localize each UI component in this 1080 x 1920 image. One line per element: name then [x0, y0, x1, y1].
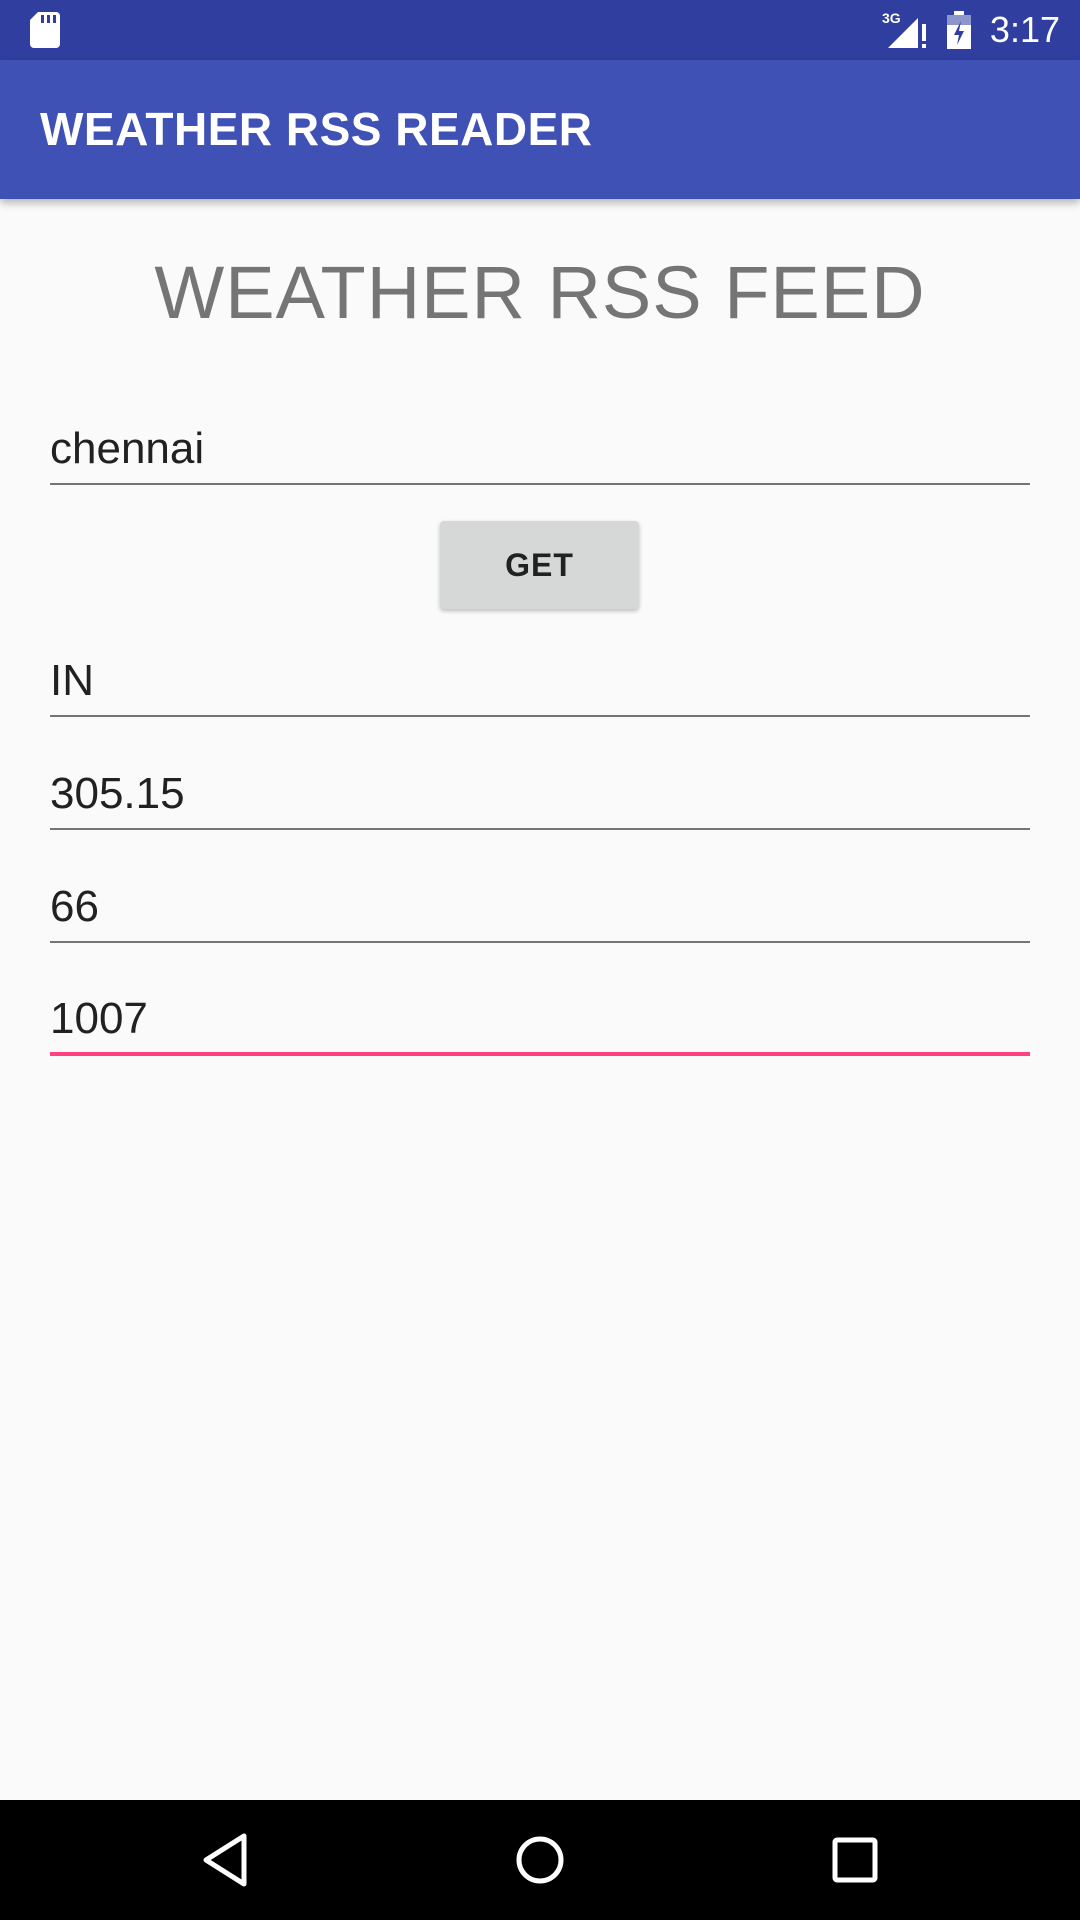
app-title: WEATHER RSS READER: [40, 103, 593, 155]
country-field-wrapper: [50, 647, 1030, 717]
screen: 3G 3:17 WEATHER RSS READER WEATHER RSS F…: [0, 0, 1080, 1920]
temperature-field[interactable]: [50, 760, 1030, 830]
city-input-field: [50, 415, 1030, 485]
pressure-field[interactable]: [50, 986, 1030, 1056]
sd-card-icon: [30, 12, 60, 48]
country-field[interactable]: [50, 647, 1030, 717]
navigation-bar: [0, 1800, 1080, 1920]
humidity-field[interactable]: [50, 873, 1030, 943]
page-heading: WEATHER RSS FEED: [154, 251, 926, 334]
status-time: 3:17: [989, 9, 1060, 50]
pressure-field-wrapper: [50, 986, 1030, 1056]
back-icon[interactable]: [186, 1820, 266, 1900]
svg-text:3G: 3G: [882, 10, 901, 26]
city-input[interactable]: [50, 415, 1030, 485]
app-bar: WEATHER RSS READER: [0, 60, 1080, 199]
signal-3g-icon: 3G: [882, 10, 926, 48]
recents-icon[interactable]: [815, 1820, 895, 1900]
home-icon[interactable]: [500, 1820, 580, 1900]
temperature-field-wrapper: [50, 760, 1030, 830]
status-bar: 3G 3:17: [0, 0, 1080, 60]
status-icons: 3G 3:17: [882, 0, 1060, 60]
get-button[interactable]: GET: [440, 521, 639, 609]
battery-charging-icon: [946, 11, 971, 49]
humidity-field-wrapper: [50, 873, 1030, 943]
